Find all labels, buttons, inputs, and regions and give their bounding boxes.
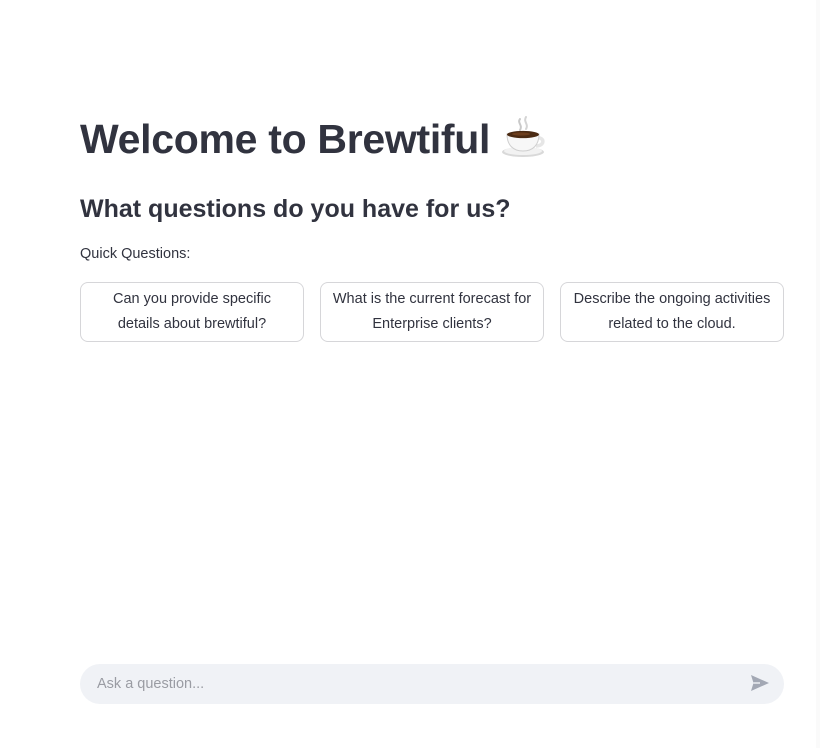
page-title-text: Welcome to Brewtiful xyxy=(80,116,491,162)
send-button[interactable] xyxy=(740,664,780,704)
quick-questions-label: Quick Questions: xyxy=(80,246,191,262)
send-icon xyxy=(750,674,770,695)
main-content: Welcome to Brewtiful What questions do y… xyxy=(80,112,784,342)
quick-question-button-1[interactable]: Can you provide specific details about b… xyxy=(80,282,304,342)
chat-input-bar xyxy=(80,664,784,704)
app-page: Welcome to Brewtiful What questions do y… xyxy=(0,0,820,748)
scrollbar-track xyxy=(816,0,820,748)
coffee-cup-icon xyxy=(500,115,548,159)
page-title: Welcome to Brewtiful xyxy=(80,112,784,166)
quick-question-button-3[interactable]: Describe the ongoing activities related … xyxy=(560,282,784,342)
quick-questions-row: Can you provide specific details about b… xyxy=(80,282,784,342)
quick-question-button-2[interactable]: What is the current forecast for Enterpr… xyxy=(320,282,544,342)
chat-input[interactable] xyxy=(80,664,740,704)
section-heading: What questions do you have for us? xyxy=(80,195,511,223)
